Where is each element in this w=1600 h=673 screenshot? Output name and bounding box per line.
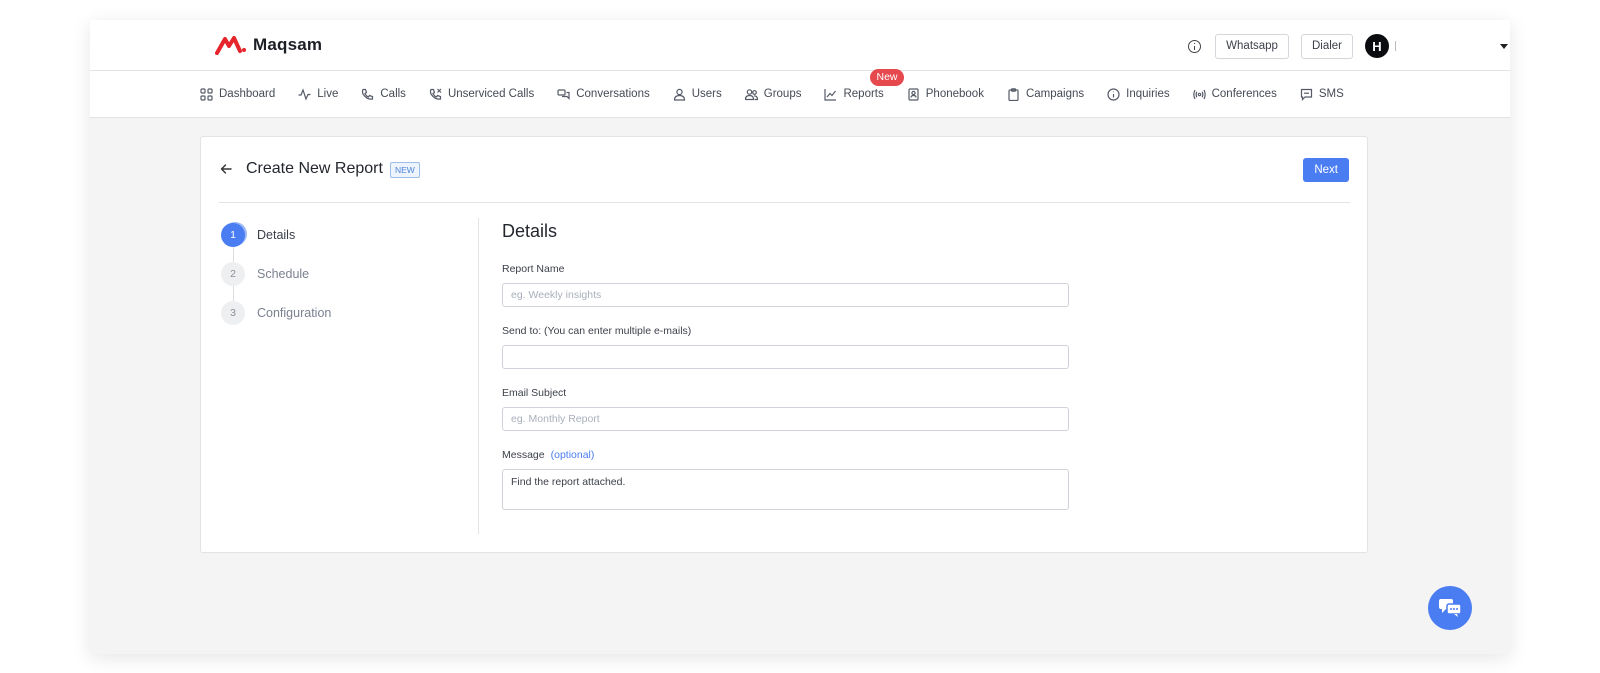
nav-label: Groups [763, 88, 802, 100]
nav-item-phonebook[interactable]: Phonebook [907, 87, 984, 101]
nav-item-dashboard[interactable]: Dashboard [200, 87, 276, 101]
avatar[interactable]: H [1365, 34, 1389, 58]
nav-label: Dashboard [219, 88, 276, 100]
nav-item-conversations[interactable]: Conversations [557, 88, 650, 101]
new-tag-badge: NEW [390, 162, 420, 178]
header-divider [219, 202, 1350, 203]
user-icon [673, 88, 685, 101]
message-square-icon [1300, 88, 1312, 101]
grid-icon [200, 87, 213, 101]
nav-label: Conferences [1211, 88, 1277, 100]
step-number: 3 [221, 301, 245, 325]
back-arrow-icon[interactable] [219, 162, 233, 176]
step-configuration[interactable]: 3 Configuration [221, 301, 331, 325]
nav-label: Reports [843, 88, 884, 100]
nav-item-users[interactable]: Users [673, 88, 722, 101]
chevron-down-icon[interactable] [1500, 44, 1508, 49]
broadcast-icon [1192, 89, 1206, 99]
report-name-input[interactable] [502, 283, 1069, 307]
info-circle-icon [1107, 87, 1120, 101]
chat-launcher-button[interactable] [1428, 586, 1472, 630]
contact-book-icon [908, 87, 919, 101]
page-title: Create New Report [246, 160, 383, 177]
nav-label: Campaigns [1025, 88, 1085, 100]
nav-label: SMS [1318, 88, 1344, 100]
step-number: 2 [221, 262, 245, 286]
nav-item-calls[interactable]: Calls [361, 88, 406, 101]
dialer-button[interactable]: Dialer [1300, 33, 1353, 59]
nav-item-groups[interactable]: Groups [744, 88, 802, 101]
send-to-input[interactable] [502, 345, 1069, 369]
step-connector [232, 286, 234, 301]
step-label: Configuration [257, 306, 332, 320]
form-heading: Details [502, 221, 558, 241]
nav-label: Users [691, 88, 722, 100]
nav-label: Unserviced Calls [447, 88, 535, 100]
whatsapp-button[interactable]: Whatsapp [1215, 33, 1289, 59]
chat-bubbles-icon [557, 88, 570, 100]
optional-hint: (optional) [550, 449, 595, 461]
step-schedule[interactable]: 2 Schedule [221, 262, 331, 301]
top-bar: Maqsam Whatsapp Dialer H [90, 20, 1510, 71]
user-name-cursor [1395, 41, 1396, 51]
details-form: Details Report Name Send to: (You can en… [502, 221, 1069, 510]
nav-label: Phonebook [925, 88, 984, 100]
maqsam-logo-icon [215, 36, 246, 55]
brand-name: Maqsam [253, 35, 323, 54]
message-textarea[interactable]: Find the report attached. [502, 469, 1069, 510]
pulse-icon [298, 87, 311, 101]
info-icon[interactable] [1188, 39, 1202, 53]
nav-item-reports[interactable]: Reports New [824, 68, 904, 101]
nav-item-inquiries[interactable]: Inquiries [1107, 87, 1170, 101]
nav-item-conferences[interactable]: Conferences [1192, 88, 1277, 101]
brand-logo[interactable]: Maqsam [215, 34, 322, 56]
nav-item-unserviced-calls[interactable]: Unserviced Calls [429, 88, 534, 101]
chart-line-icon [824, 88, 837, 101]
message-label-text: Message [502, 449, 545, 461]
nav-item-sms[interactable]: SMS [1300, 88, 1344, 101]
send-to-label: Send to: (You can enter multiple e-mails… [502, 325, 692, 337]
email-subject-label: Email Subject [502, 387, 567, 399]
step-number: 1 [221, 223, 245, 247]
header-actions: Whatsapp Dialer H [1188, 33, 1508, 59]
step-details[interactable]: 1 Details [221, 223, 331, 262]
nav-label: Calls [380, 88, 406, 100]
step-label: Schedule [257, 267, 310, 281]
report-name-label: Report Name [502, 263, 565, 275]
vertical-divider [478, 218, 479, 534]
chat-bubbles-icon [1439, 599, 1462, 617]
nav-label: Inquiries [1126, 88, 1170, 100]
report-stepper: 1 Details 2 Schedule 3 Configuration [221, 223, 331, 340]
app-window: Maqsam Whatsapp Dialer H Dashboard Live … [90, 20, 1510, 654]
users-icon [744, 88, 758, 100]
create-report-card: Create New Report NEW Next 1 Details 2 S… [200, 136, 1368, 553]
next-button[interactable]: Next [1303, 158, 1349, 182]
main-navigation: Dashboard Live Calls Unserviced Calls Co… [90, 68, 1510, 118]
email-subject-input[interactable] [502, 407, 1069, 431]
clipboard-icon [1008, 87, 1019, 101]
phone-missed-icon [429, 88, 442, 100]
nav-label: Live [317, 88, 339, 100]
nav-label: Conversations [576, 88, 650, 100]
step-label: Details [257, 228, 296, 242]
phone-icon [362, 88, 374, 100]
step-connector [232, 247, 234, 262]
message-label: Message (optional) [502, 449, 1069, 461]
nav-item-live[interactable]: Live [298, 87, 339, 101]
new-badge: New [870, 68, 904, 86]
nav-item-campaigns[interactable]: Campaigns [1007, 87, 1085, 101]
